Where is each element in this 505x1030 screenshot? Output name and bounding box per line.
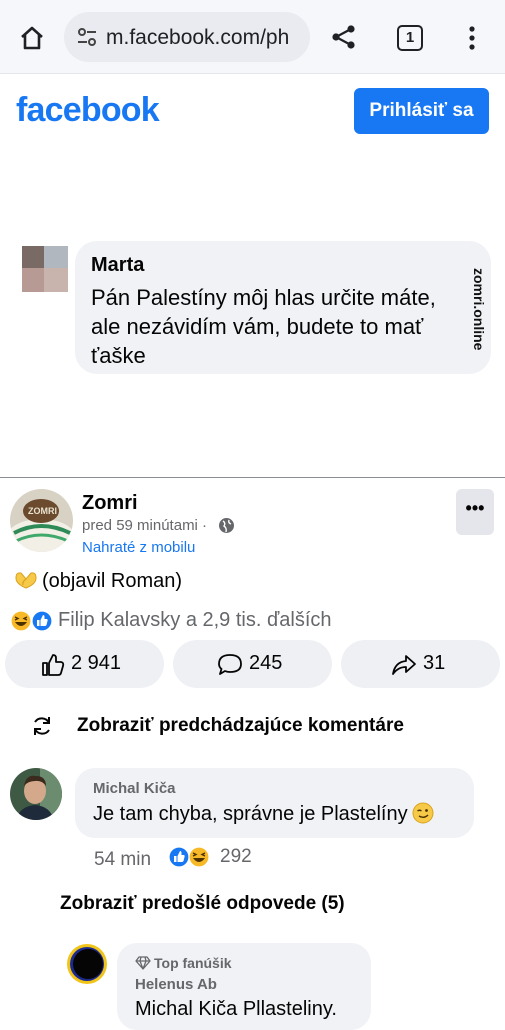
heart-hands-icon [15,572,37,589]
url-text: m.facebook.com/ph [106,26,290,49]
comment-author[interactable]: Michal Kiča [93,780,176,797]
tabs-counter[interactable]: 1 [397,25,423,51]
comment-text: Je tam chyba, správne je Plastelíny [93,802,434,826]
like-reaction-icon [168,846,190,868]
share-icon[interactable] [330,23,358,51]
more-vert-icon[interactable] [462,25,482,51]
login-button[interactable]: Prihlásiť sa [354,88,489,134]
divider [0,477,505,478]
top-fan-label: Top fanúšik [154,955,232,971]
post-author[interactable]: Zomri [82,492,138,515]
top-fan-badge: Top fanúšik [135,955,232,971]
post-text-content: (objavil Roman) [42,570,183,592]
comment-bubble[interactable]: Michal Kiča Je tam chyba, správne je Pla… [75,768,474,838]
page-avatar-image: ZOMRI [10,489,73,552]
share-button[interactable]: 31 [341,640,500,688]
wink-emoji-icon [412,802,434,824]
image-avatar [22,246,68,292]
image-comment-text: Pán Palestíny môj hlas určite máte, ale … [91,285,436,368]
diamond-icon [135,956,151,970]
refresh-icon [34,717,50,735]
more-horiz-icon: ••• [465,498,485,518]
share-count: 31 [423,652,446,674]
facebook-logo[interactable]: facebook [16,91,160,130]
post-options-button[interactable]: ••• [456,489,494,535]
like-count: 2 941 [71,652,122,674]
share-arrow-icon [392,655,416,675]
site-settings-icon[interactable] [76,26,98,48]
thumbs-up-icon [42,654,65,676]
comment-time[interactable]: 54 min [94,849,151,871]
show-previous-replies[interactable]: Zobraziť predošlé odpovede (5) [60,893,345,915]
haha-reaction-icon [10,610,32,632]
reply-bubble[interactable]: Top fanúšik Helenus Ab Michal Kiča Pllas… [117,943,371,1030]
home-icon[interactable] [18,24,46,52]
page-avatar[interactable]: ZOMRI [10,489,73,552]
like-button[interactable]: 2 941 [5,640,164,688]
globe-icon [219,518,234,533]
post-text: (objavil Roman) [14,570,182,593]
comment-text-content: Je tam chyba, správne je Plastelíny [93,803,408,825]
haha-reaction-icon [188,846,210,868]
reply-avatar[interactable] [66,943,108,985]
comment-reaction-count[interactable]: 292 [220,846,252,868]
commenter-avatar[interactable] [10,768,62,820]
image-comment-bubble: Marta Pán Palestíny môj hlas určite máte… [75,241,491,374]
comment-icon [218,654,242,675]
comment-count: 245 [249,652,283,674]
show-previous-comments-label: Zobraziť predchádzajúce komentáre [77,715,404,736]
post-source: Nahraté z mobilu [82,539,196,556]
reply-text: Michal Kiča Pllasteliny. [135,998,337,1020]
address-bar[interactable]: m.facebook.com/ph [64,12,310,62]
image-comment-author: Marta [91,254,145,276]
commenter-avatar-image [10,768,62,820]
comment-button[interactable]: 245 [173,640,332,688]
watermark-text: zomri.online [471,268,487,351]
like-reaction-icon [31,610,53,632]
watermark: zomri.online [470,268,492,358]
reactions-text: Filip Kalavsky a 2,9 tis. ďalších [58,609,332,631]
browser-toolbar: m.facebook.com/ph 1 [0,0,505,74]
post-time[interactable]: pred 59 minútami · [82,517,207,534]
svg-text:ZOMRI: ZOMRI [28,506,57,516]
reply-author[interactable]: Helenus Ab [135,976,217,993]
